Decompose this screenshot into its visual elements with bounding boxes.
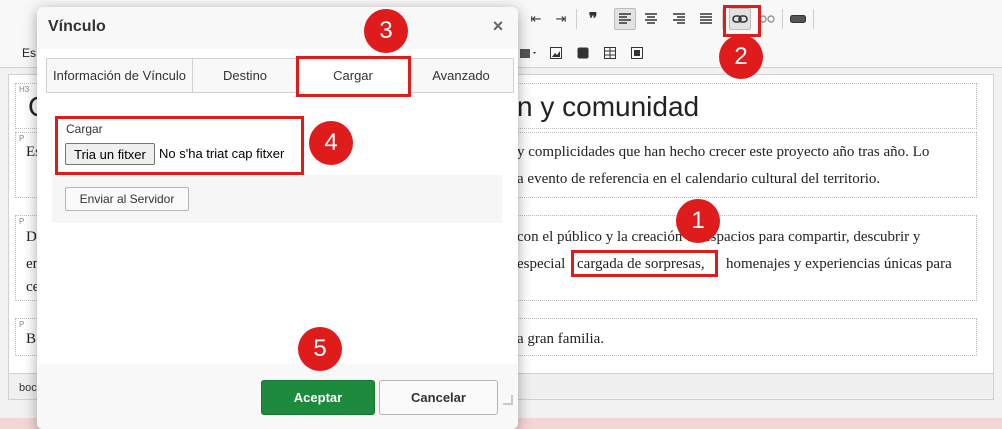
annotation-marker-2: 2 [719, 35, 763, 79]
align-center-icon[interactable] [640, 8, 662, 30]
table-icon[interactable] [599, 42, 621, 64]
iframe-icon[interactable] [626, 42, 648, 64]
resize-handle-icon[interactable] [503, 395, 513, 405]
toolbar-separator [576, 9, 577, 29]
block-tag-label: P [19, 320, 25, 329]
heading-text-right: n y comunidad [517, 91, 700, 122]
annotation-box-link-button [723, 5, 761, 37]
dialog-tabs: Información de Vínculo Destino Cargar Av… [46, 58, 514, 93]
annotation-box-selected-text [571, 250, 718, 277]
align-right-icon[interactable] [668, 8, 690, 30]
tab-link-info[interactable]: Información de Vínculo [46, 58, 193, 93]
blockquote-icon[interactable]: ❞ [582, 8, 604, 30]
paragraph-line-right: y complicidades que han hecho crecer est… [517, 144, 930, 160]
dialog-footer: Aceptar Cancelar [37, 364, 518, 429]
toolbar-separator [813, 9, 814, 29]
paragraph-line-left: D [26, 229, 37, 245]
close-icon[interactable]: × [488, 16, 508, 36]
paragraph-line-right: a evento de referencia en el calendario … [517, 171, 881, 187]
block-tag-label: P [19, 217, 25, 226]
annotation-marker-4: 4 [309, 121, 353, 165]
dialog-header: Vínculo × [37, 7, 518, 49]
image-icon[interactable] [545, 42, 567, 64]
toolbar-separator [782, 9, 783, 29]
cancel-button[interactable]: Cancelar [379, 380, 498, 415]
outdent-icon[interactable]: ⇤ [525, 8, 547, 30]
tab-target[interactable]: Destino [192, 58, 298, 93]
send-to-server-button[interactable]: Enviar al Servidor [65, 187, 189, 211]
annotation-marker-1: 1 [676, 199, 720, 243]
indent-icon[interactable]: ⇥ [550, 8, 572, 30]
element-path[interactable]: boc [19, 382, 37, 394]
styles-dropdown-label[interactable]: Es [22, 46, 36, 60]
dialog-title: Vínculo [48, 18, 106, 35]
annotation-marker-3: 3 [364, 9, 408, 53]
horizontal-rule-icon[interactable] [787, 8, 809, 30]
image-dropdown-icon[interactable] [518, 42, 540, 64]
align-left-icon[interactable] [614, 8, 636, 30]
annotation-box-file-picker [55, 116, 304, 175]
annotation-box-upload-tab [296, 56, 411, 97]
flash-icon[interactable] [572, 42, 594, 64]
paragraph-line-right: a gran familia. [517, 331, 605, 347]
link-dialog: Vínculo × Información de Vínculo Destino… [37, 7, 518, 429]
accept-button[interactable]: Aceptar [261, 380, 375, 415]
align-justify-icon[interactable] [695, 8, 717, 30]
block-tag-label: P [19, 134, 25, 143]
annotation-marker-5: 5 [298, 327, 342, 371]
paragraph-line-right: homenajes y experiencias únicas para [726, 256, 952, 272]
paragraph-line-mid: especial [517, 256, 566, 272]
send-to-server-panel: Enviar al Servidor [52, 175, 502, 223]
paragraph-line-left: B [26, 331, 37, 347]
paragraph-line-right: con el público y la creación de espacios… [517, 229, 921, 245]
tab-advanced[interactable]: Avanzado [408, 58, 514, 93]
